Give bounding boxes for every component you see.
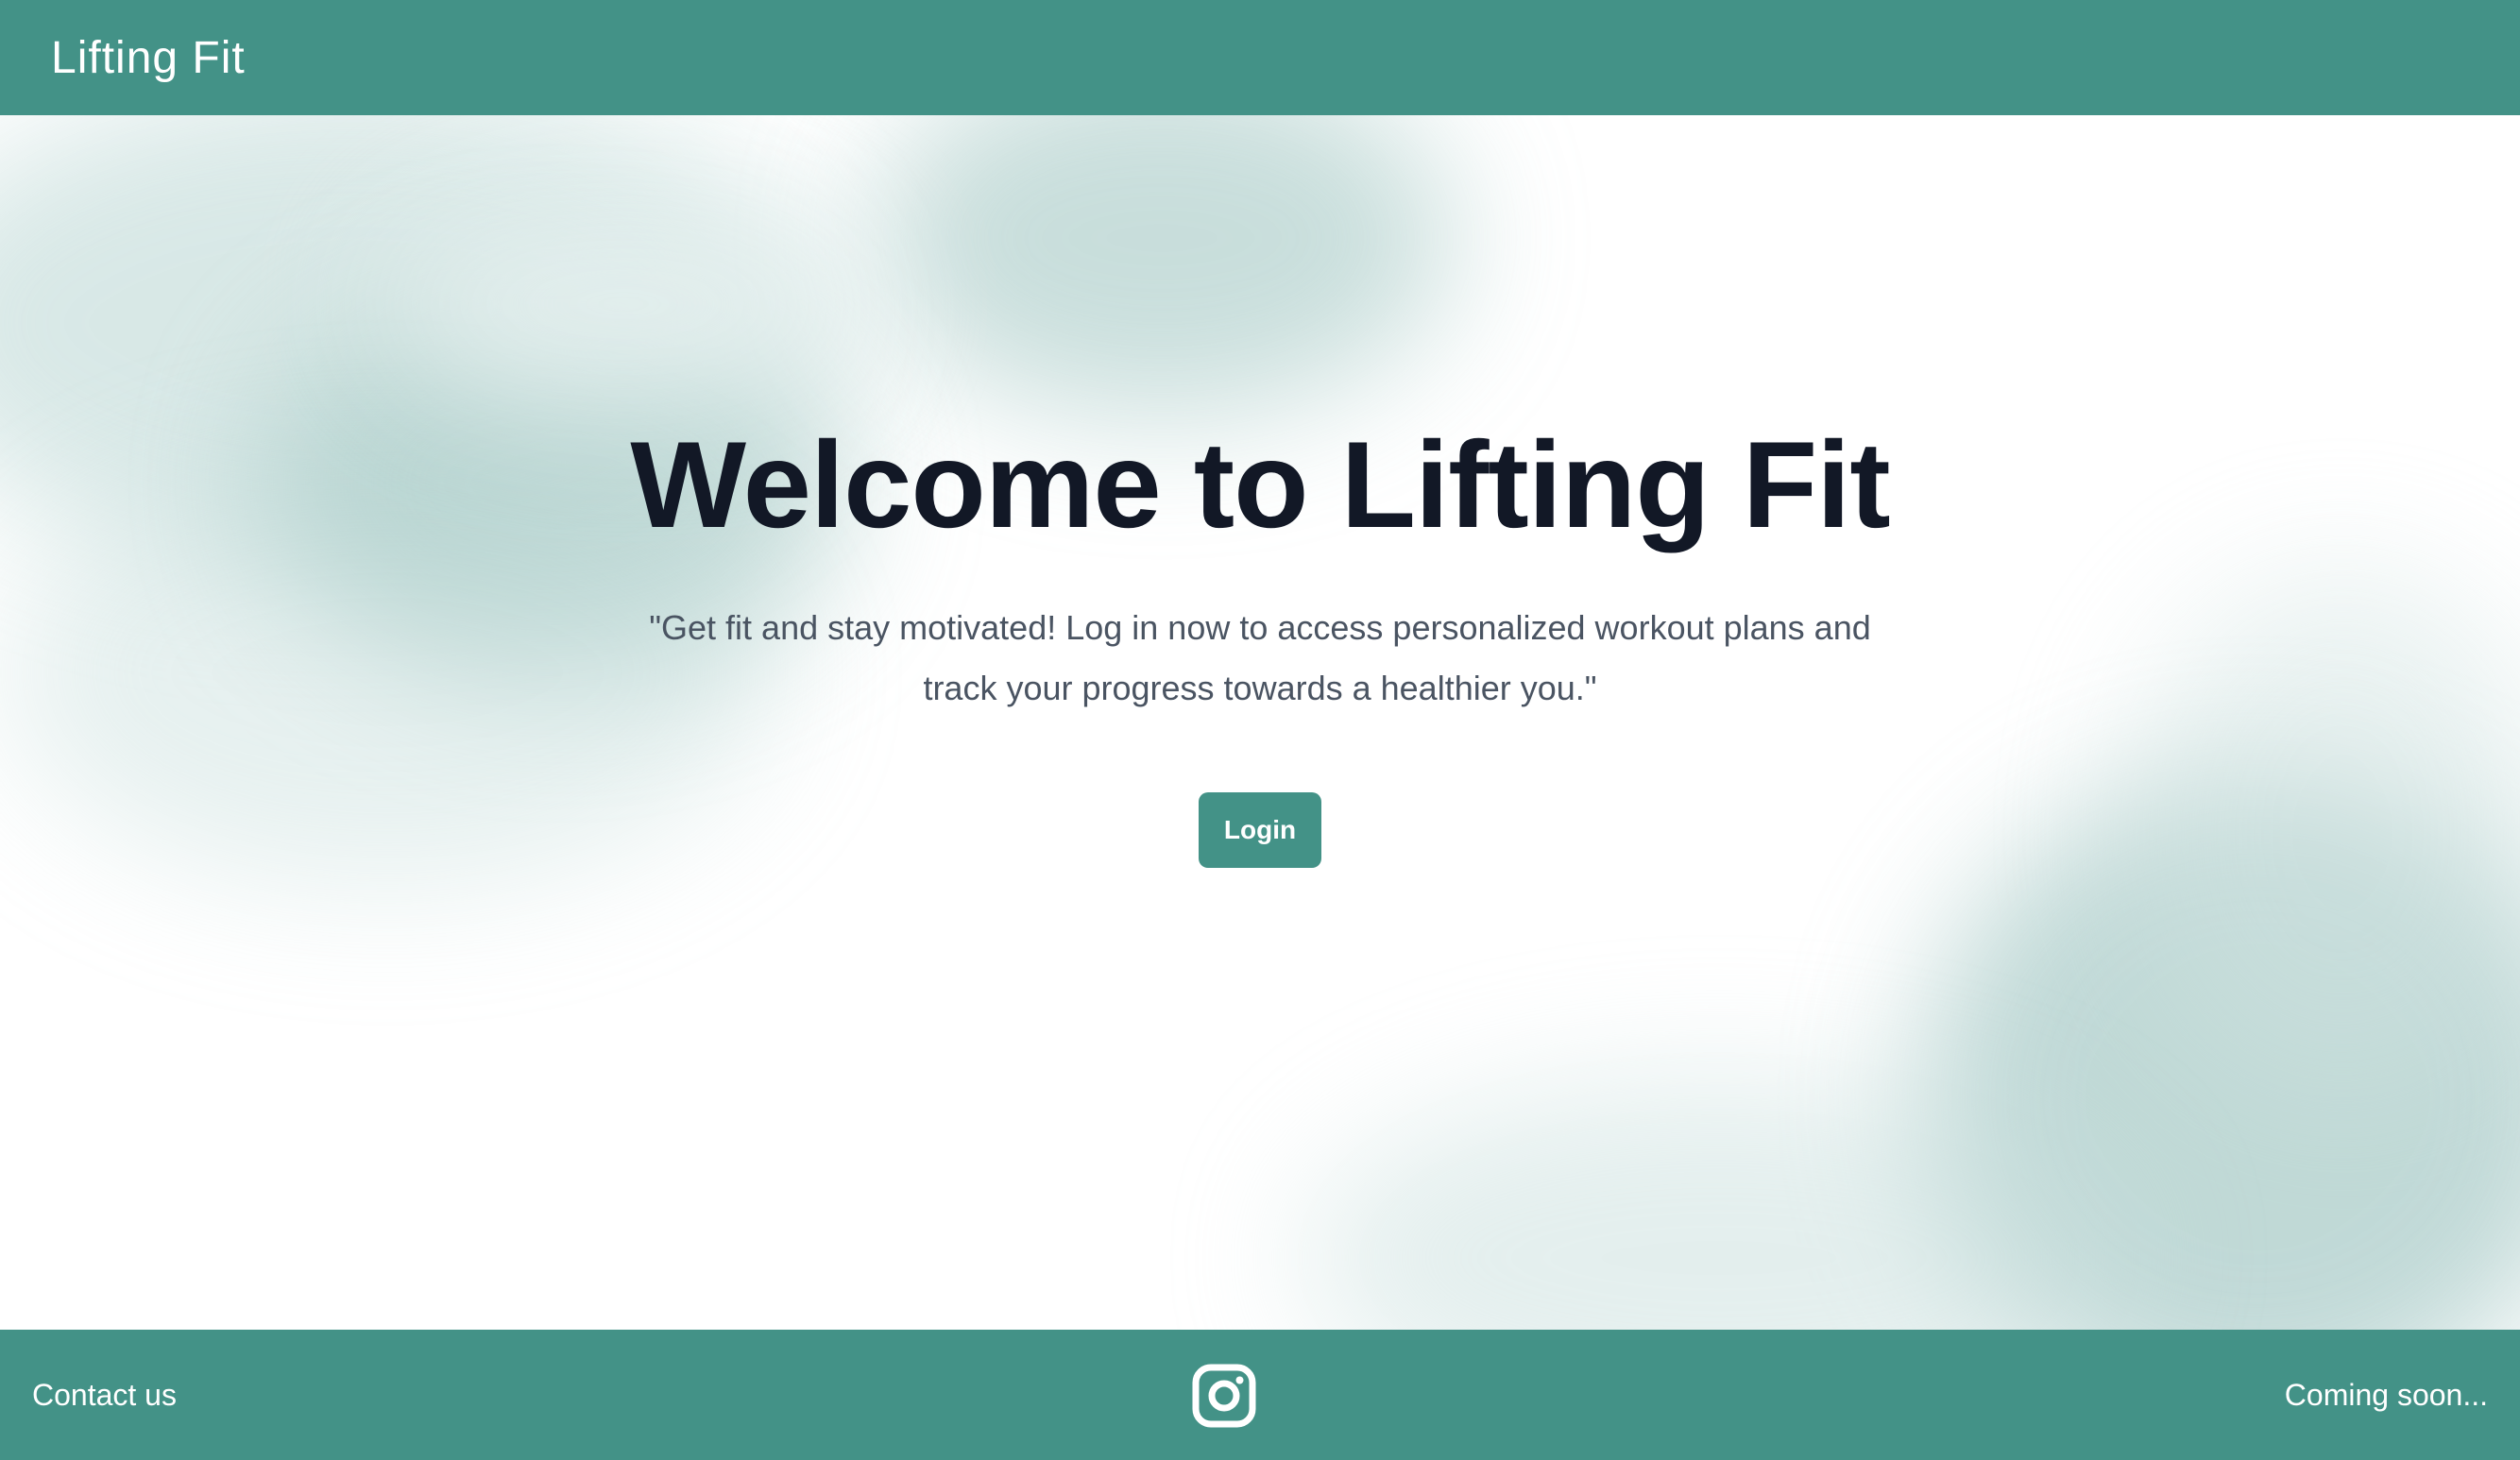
- contact-us-link[interactable]: Contact us: [32, 1378, 177, 1413]
- hero-subtitle: "Get fit and stay motivated! Log in now …: [649, 608, 1871, 707]
- page: Lifting Fit Welcome to Lifting Fit "Get …: [0, 0, 2520, 1460]
- hero-title: Welcome to Lifting Fit: [630, 416, 1890, 553]
- top-navbar: Lifting Fit: [0, 0, 2520, 115]
- footer: Contact us Coming soon...: [0, 1330, 2520, 1460]
- coming-soon-text: Coming soon...: [2284, 1377, 2488, 1412]
- hero-content: Welcome to Lifting Fit "Get fit and stay…: [0, 115, 2520, 1330]
- login-button[interactable]: Login: [1199, 792, 1321, 868]
- instagram-icon[interactable]: [1192, 1364, 1256, 1428]
- brand-logo-text[interactable]: Lifting Fit: [51, 32, 246, 84]
- instagram-icon-svg: [1192, 1364, 1256, 1428]
- hero-section: Welcome to Lifting Fit "Get fit and stay…: [0, 115, 2520, 1330]
